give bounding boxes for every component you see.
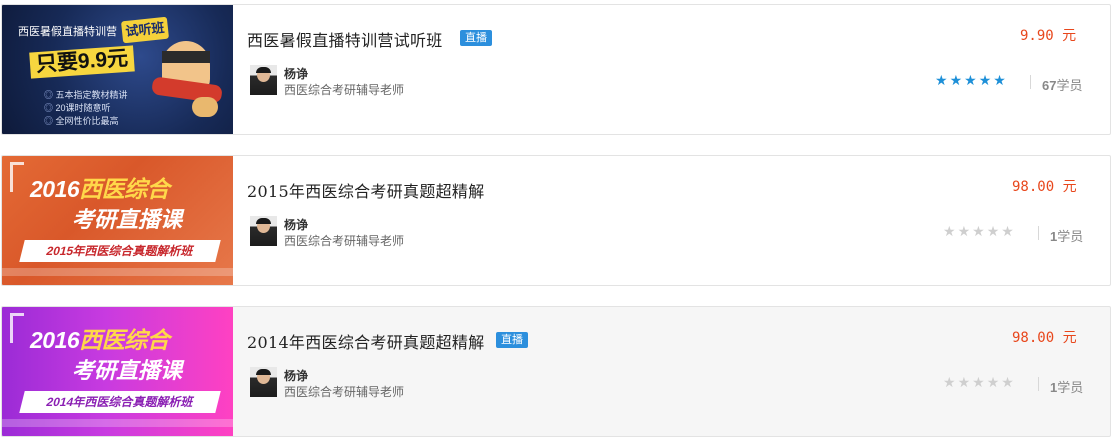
rating-divider bbox=[1038, 226, 1039, 240]
live-badge: 直播 bbox=[460, 30, 492, 46]
course-price: 98.00 元 bbox=[1012, 330, 1077, 346]
star-icon: ★ bbox=[949, 73, 965, 89]
star-icon: ★ bbox=[964, 73, 979, 89]
poster-stripe bbox=[2, 268, 233, 276]
star-icon: ★ bbox=[957, 224, 973, 240]
course-banner-image[interactable]: 2016西医综合 考研直播课 2014年西医综合真题解析班 bbox=[2, 307, 233, 436]
star-icon: ★ bbox=[943, 224, 958, 240]
teacher-role: 西医综合考研辅导老师 bbox=[284, 234, 405, 248]
rating-stars: ★★★★★ bbox=[935, 73, 1008, 89]
student-count-number: 67 bbox=[1042, 78, 1057, 93]
student-count: 1学员 bbox=[1050, 226, 1083, 245]
star-icon: ★ bbox=[978, 73, 994, 89]
teacher-role: 西医综合考研辅导老师 bbox=[284, 385, 405, 399]
teacher-avatar[interactable] bbox=[250, 216, 277, 246]
star-icon: ★ bbox=[986, 375, 1002, 391]
student-count-suffix: 学员 bbox=[1057, 229, 1084, 244]
poster-title-line2: 考研直播课 bbox=[72, 358, 183, 383]
teacher-role: 西医综合考研辅导老师 bbox=[284, 83, 405, 97]
banner-bullets: 五本指定教材精讲 20课时随意听 全网性价比最高 bbox=[44, 89, 128, 128]
teacher-avatar[interactable] bbox=[250, 367, 277, 397]
teacher-name[interactable]: 杨诤 bbox=[284, 216, 308, 233]
course-card-1[interactable]: 西医暑假直播特训营 试听班 只要9.9元 五本指定教材精讲 20课时随意听 全网… bbox=[1, 4, 1111, 135]
student-count-suffix: 学员 bbox=[1057, 380, 1084, 395]
teacher-name[interactable]: 杨诤 bbox=[284, 367, 308, 384]
star-icon: ★ bbox=[935, 73, 950, 89]
poster-year: 2016 bbox=[30, 327, 80, 353]
star-icon: ★ bbox=[957, 375, 973, 391]
banner-headline: 只要9.9元 bbox=[29, 45, 135, 79]
banner-bullet: 全网性价比最高 bbox=[44, 115, 128, 128]
course-banner-image[interactable]: 西医暑假直播特训营 试听班 只要9.9元 五本指定教材精讲 20课时随意听 全网… bbox=[2, 5, 233, 134]
banner-tag: 试听班 bbox=[120, 16, 170, 44]
poster-title-line2: 考研直播课 bbox=[72, 207, 183, 232]
course-title[interactable]: 西医暑假直播特训营试听班 bbox=[247, 27, 443, 51]
student-count: 67学员 bbox=[1042, 75, 1082, 94]
banner-bullet: 五本指定教材精讲 bbox=[44, 89, 128, 102]
poster-subject: 西医综合 bbox=[79, 176, 170, 202]
poster-subject: 西医综合 bbox=[79, 327, 170, 353]
poster-ribbon: 2015年西医综合真题解析班 bbox=[19, 240, 221, 262]
mascot-hand bbox=[192, 97, 218, 117]
rating-stars: ★★★★★ bbox=[943, 375, 1016, 391]
live-badge: 直播 bbox=[496, 332, 528, 348]
banner-top-line: 西医暑假直播特训营 bbox=[18, 26, 117, 38]
student-count-suffix: 学员 bbox=[1056, 78, 1083, 93]
star-icon: ★ bbox=[943, 375, 958, 391]
star-icon: ★ bbox=[986, 224, 1002, 240]
teacher-avatar[interactable] bbox=[250, 65, 277, 95]
poster-corner-decoration bbox=[10, 162, 24, 192]
course-title[interactable]: 2014年西医综合考研真题超精解 bbox=[247, 329, 485, 353]
poster-ribbon: 2014年西医综合真题解析班 bbox=[19, 391, 221, 413]
mascot-mask bbox=[162, 51, 210, 63]
star-icon: ★ bbox=[972, 224, 987, 240]
course-price: 98.00 元 bbox=[1012, 179, 1077, 195]
star-icon: ★ bbox=[972, 375, 987, 391]
star-icon: ★ bbox=[1001, 375, 1016, 391]
course-card-3[interactable]: 2016西医综合 考研直播课 2014年西医综合真题解析班 2014年西医综合考… bbox=[1, 306, 1111, 437]
poster-year: 2016 bbox=[30, 176, 80, 202]
poster-title-line1: 2016西医综合 bbox=[30, 321, 170, 355]
star-icon: ★ bbox=[993, 73, 1008, 89]
poster-title-line1: 2016西医综合 bbox=[30, 170, 170, 204]
poster-stripe bbox=[2, 419, 233, 427]
student-count: 1学员 bbox=[1050, 377, 1083, 396]
poster-corner-decoration bbox=[10, 313, 24, 343]
rating-divider bbox=[1030, 75, 1031, 89]
course-banner-image[interactable]: 2016西医综合 考研直播课 2015年西医综合真题解析班 bbox=[2, 156, 233, 285]
rating-stars: ★★★★★ bbox=[943, 224, 1016, 240]
rating-divider bbox=[1038, 377, 1039, 391]
teacher-name[interactable]: 杨诤 bbox=[284, 65, 308, 82]
star-icon: ★ bbox=[1001, 224, 1016, 240]
course-price: 9.90 元 bbox=[1020, 28, 1077, 44]
banner-bullet: 20课时随意听 bbox=[44, 102, 128, 115]
course-title[interactable]: 2015年西医综合考研真题超精解 bbox=[247, 178, 485, 202]
course-card-2[interactable]: 2016西医综合 考研直播课 2015年西医综合真题解析班 2015年西医综合考… bbox=[1, 155, 1111, 286]
